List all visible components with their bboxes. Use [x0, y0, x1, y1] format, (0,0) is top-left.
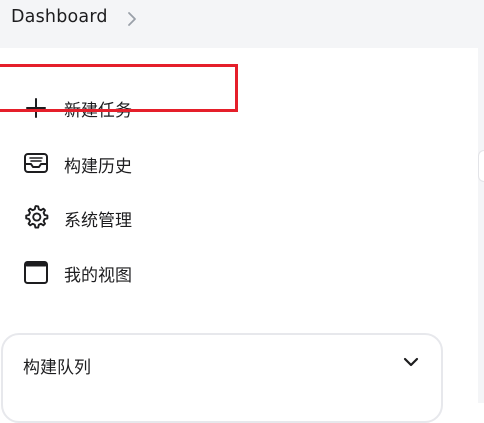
gear-icon: [25, 205, 49, 229]
highlight-annotation: [0, 64, 238, 112]
inbox-tray-icon: [24, 153, 48, 173]
sidebar-item-label: 系统管理: [64, 211, 132, 231]
sidebar-item-system-management[interactable]: 系统管理: [0, 195, 470, 239]
breadcrumb-bar: Dashboard: [0, 0, 484, 48]
chevron-right-icon[interactable]: [126, 11, 138, 27]
sidebar-item-label: 构建历史: [64, 157, 132, 177]
content-area-edge: [478, 48, 484, 403]
chevron-down-icon[interactable]: [401, 355, 421, 369]
window-icon: [24, 261, 48, 284]
sidebar-item-my-views[interactable]: 我的视图: [0, 250, 470, 294]
breadcrumb-dashboard-link[interactable]: Dashboard: [11, 7, 108, 27]
sidebar-item-build-history[interactable]: 构建历史: [0, 141, 470, 185]
content-card-edge: [478, 150, 484, 182]
build-queue-title[interactable]: 构建队列: [23, 353, 91, 378]
sidebar-item-label: 我的视图: [64, 266, 132, 286]
build-queue-panel: 构建队列: [1, 333, 443, 423]
